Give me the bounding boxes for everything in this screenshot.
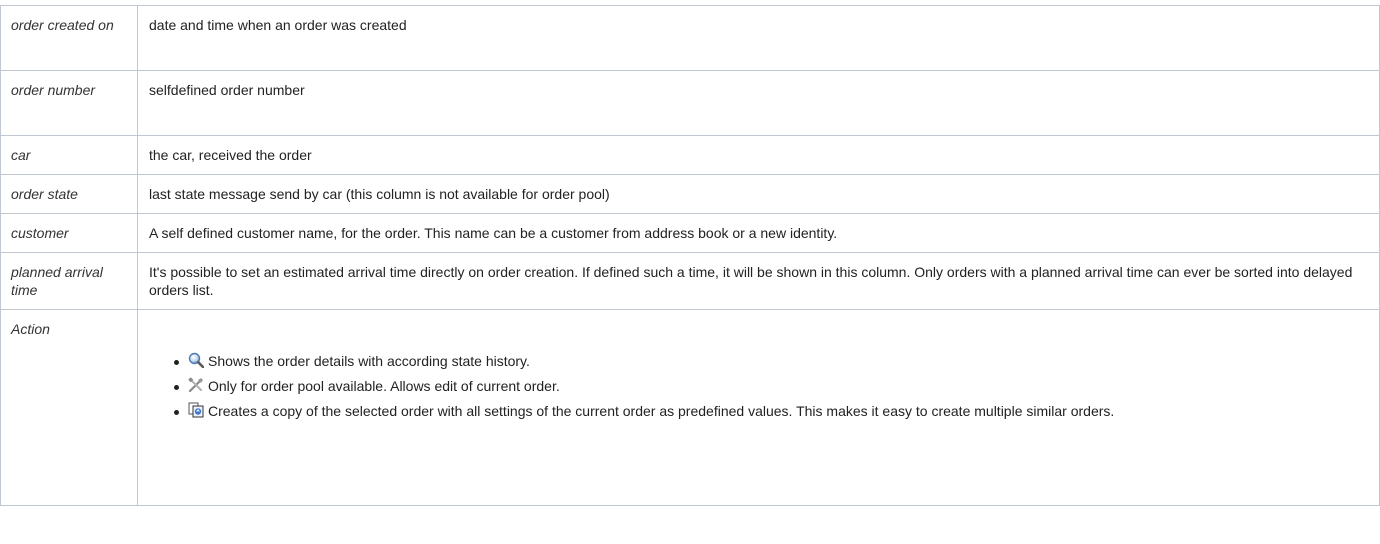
table-row: order number selfdefined order number (0, 70, 1380, 136)
magnifier-icon (188, 352, 205, 369)
order-columns-table: order created on date and time when an o… (0, 5, 1380, 506)
term-cell: order state (0, 174, 138, 214)
list-item: Shows the order details with according s… (174, 352, 1369, 370)
action-text: Only for order pool available. Allows ed… (208, 378, 560, 394)
list-item: Creates a copy of the selected order wit… (174, 402, 1369, 420)
tools-icon (188, 377, 204, 393)
description-cell: selfdefined order number (137, 70, 1380, 136)
bullet (174, 385, 179, 390)
term-cell: order number (0, 70, 138, 136)
term-cell: planned arrival time (0, 252, 138, 310)
description-cell: date and time when an order was created (137, 5, 1380, 71)
table-row: Action Shows the order details with acco… (0, 309, 1380, 506)
table-row: car the car, received the order (0, 135, 1380, 175)
action-text: Shows the order details with according s… (208, 353, 530, 369)
term-cell: Action (0, 309, 138, 506)
action-list: Shows the order details with according s… (149, 352, 1369, 420)
table-row: customer A self defined customer name, f… (0, 213, 1380, 253)
table-row: planned arrival time It's possible to se… (0, 252, 1380, 310)
term-cell: customer (0, 213, 138, 253)
action-text: Creates a copy of the selected order wit… (208, 403, 1115, 419)
description-cell: A self defined customer name, for the or… (137, 213, 1380, 253)
description-cell: Shows the order details with according s… (137, 309, 1380, 506)
description-cell: It's possible to set an estimated arriva… (137, 252, 1380, 310)
description-cell: last state message send by car (this col… (137, 174, 1380, 214)
table-row: order created on date and time when an o… (0, 5, 1380, 71)
bullet (174, 360, 179, 365)
description-cell: the car, received the order (137, 135, 1380, 175)
copy-order-icon (188, 402, 204, 418)
term-cell: order created on (0, 5, 138, 71)
list-item: Only for order pool available. Allows ed… (174, 377, 1369, 395)
bullet (174, 410, 179, 415)
table-row: order state last state message send by c… (0, 174, 1380, 214)
term-cell: car (0, 135, 138, 175)
